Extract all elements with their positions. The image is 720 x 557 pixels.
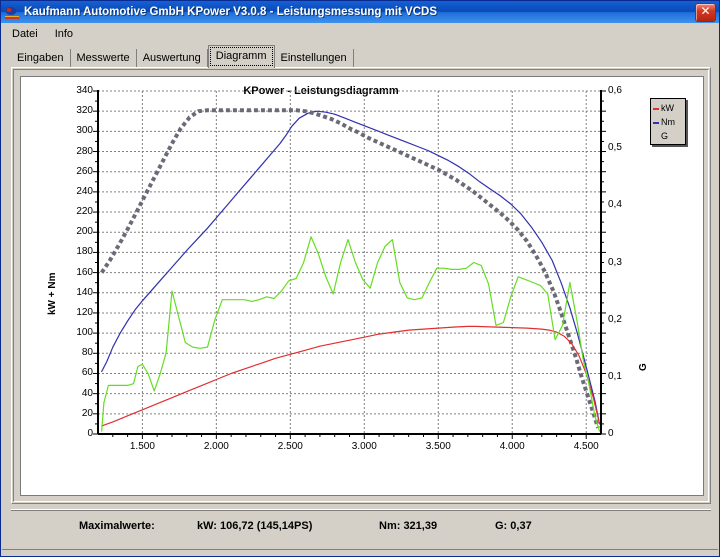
- menu-item-datei[interactable]: Datei: [5, 26, 45, 42]
- tab-strip: Eingaben Messwerte Auswertung Diagramm E…: [11, 45, 711, 68]
- status-label-maximalwerte: Maximalwerte:: [79, 520, 155, 532]
- status-value-g: G: 0,37: [495, 520, 532, 532]
- tab-einstellungen[interactable]: Einstellungen: [274, 49, 354, 68]
- status-value-kw: kW: 106,72 (145,14PS): [197, 520, 313, 532]
- chart-canvas: KPower - Leistungsdiagramm kW Nm G kW + …: [20, 76, 704, 496]
- tab-diagramm[interactable]: Diagramm: [207, 45, 275, 68]
- application-window: Kaufmann Automotive GmbH KPower V3.0.8 -…: [0, 0, 720, 557]
- window-footer: [2, 549, 718, 556]
- status-divider: [11, 510, 711, 511]
- tab-eingaben[interactable]: Eingaben: [11, 49, 71, 68]
- close-icon[interactable]: ✕: [695, 2, 716, 22]
- app-icon: [4, 4, 20, 20]
- window-title: Kaufmann Automotive GmbH KPower V3.0.8 -…: [24, 6, 438, 18]
- title-bar: Kaufmann Automotive GmbH KPower V3.0.8 -…: [1, 1, 719, 23]
- tab-auswertung[interactable]: Auswertung: [136, 49, 208, 68]
- menu-bar: Datei Info: [2, 24, 718, 43]
- tab-messwerte[interactable]: Messwerte: [70, 49, 137, 68]
- menu-item-info[interactable]: Info: [48, 26, 80, 42]
- chart-plot: [93, 90, 606, 439]
- diagram-panel: KPower - Leistungsdiagramm kW Nm G kW + …: [11, 67, 711, 504]
- status-value-nm: Nm: 321,39: [379, 520, 438, 532]
- status-bar: Maximalwerte: kW: 106,72 (145,14PS) Nm: …: [11, 509, 711, 539]
